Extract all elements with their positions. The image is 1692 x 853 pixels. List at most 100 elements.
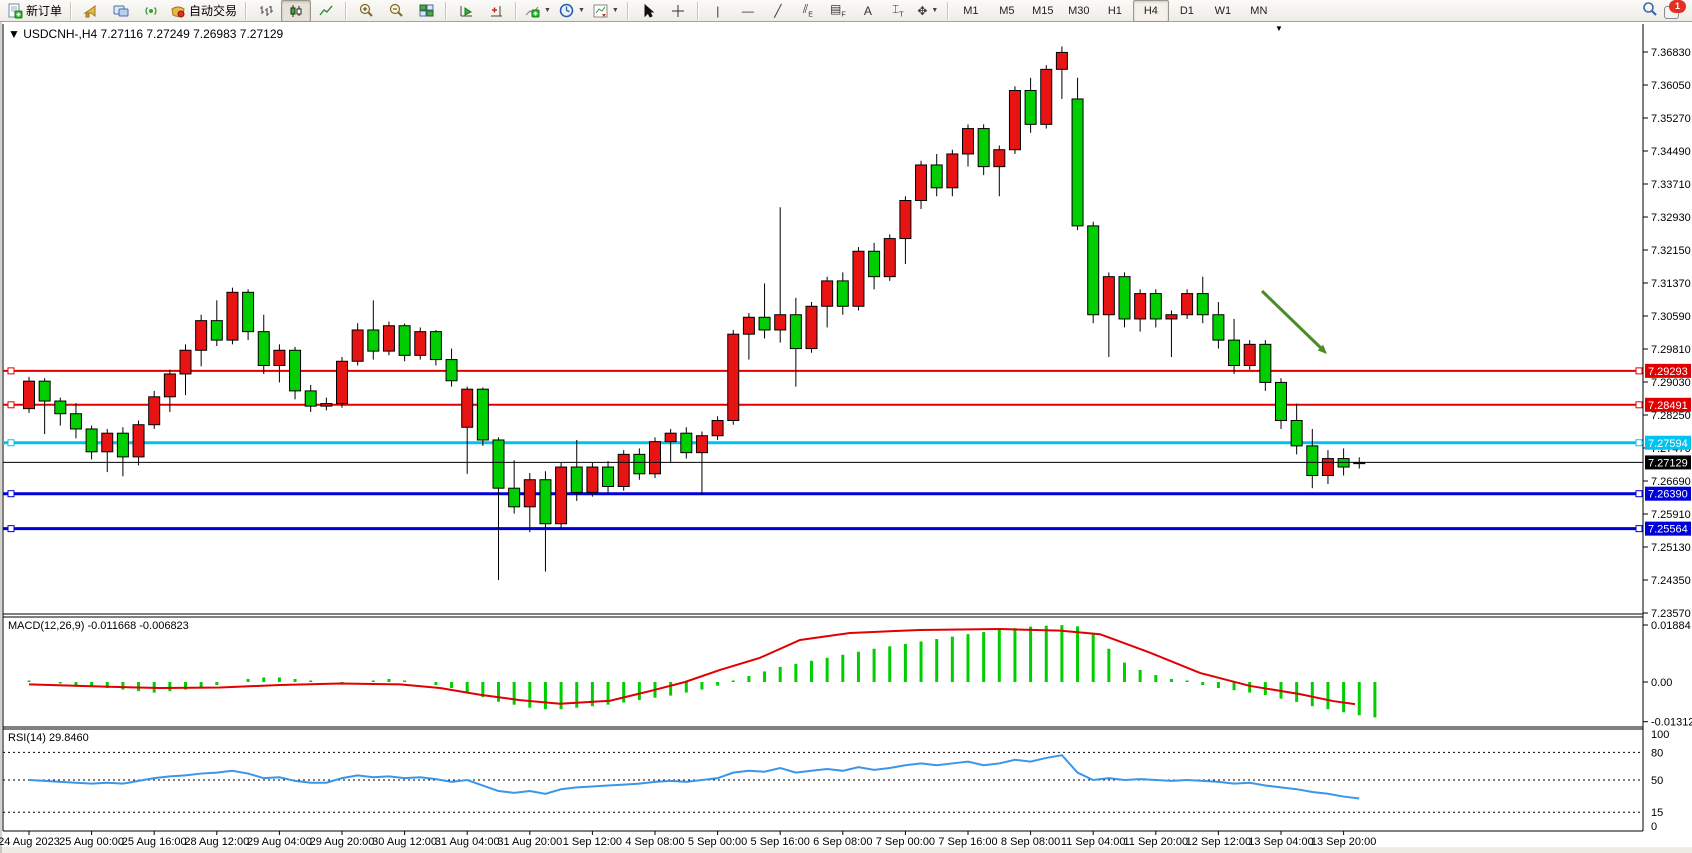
macd-axis-label: -0.01312 [1651, 717, 1692, 729]
candle-body-down [477, 389, 488, 440]
price-tick-label: 7.24350 [1651, 575, 1691, 587]
price-tick-label: 7.30590 [1651, 311, 1691, 323]
time-axis-label: 1 Sep 12:00 [563, 836, 622, 848]
candle-body-up [274, 350, 285, 365]
candle-body-down [258, 332, 269, 366]
price-tick-label: 7.29030 [1651, 377, 1691, 389]
candle-body-up [1244, 344, 1255, 365]
candle-body-up [164, 374, 175, 397]
candle-body-down [571, 467, 582, 492]
candle-body-up [415, 332, 426, 356]
time-axis-label: 6 Sep 08:00 [813, 836, 872, 848]
line-anchor[interactable] [1636, 440, 1642, 446]
candle-body-up [102, 433, 113, 452]
candle-body-up [1056, 52, 1067, 69]
candle-body-up [1166, 315, 1177, 319]
candle-body-down [86, 429, 97, 452]
price-tick-label: 7.29810 [1651, 344, 1691, 356]
line-anchor[interactable] [1636, 491, 1642, 497]
line-anchor[interactable] [1636, 368, 1642, 374]
window-menu-icon[interactable]: ▼ [1275, 24, 1283, 33]
candle-body-up [665, 433, 676, 441]
candle-body-down [603, 467, 614, 486]
candle-body-up [1041, 69, 1052, 124]
line-anchor[interactable] [1636, 526, 1642, 532]
candle-body-down [1088, 226, 1099, 315]
line-anchor[interactable] [1636, 402, 1642, 408]
candle-body-up [149, 397, 160, 425]
rsi-axis-label: 50 [1651, 775, 1663, 787]
rsi-axis-label: 100 [1651, 729, 1669, 741]
time-axis-label: 13 Sep 20:00 [1311, 836, 1376, 848]
candle-body-up [618, 454, 629, 486]
candle-body-up [587, 467, 598, 492]
time-axis-label: 24 Aug 2023 [0, 836, 60, 848]
price-label-7.28491: 7.28491 [1648, 400, 1688, 412]
macd-axis-label: 0.00 [1651, 677, 1672, 689]
rsi-axis-label: 80 [1651, 747, 1663, 759]
time-axis-label: 11 Sep 04:00 [1061, 836, 1126, 848]
candle-body-up [947, 154, 958, 188]
candle-body-down [399, 326, 410, 356]
chart-canvas[interactable]: 7.368307.360507.352707.344907.337107.329… [0, 0, 1692, 853]
time-axis-label: 7 Sep 00:00 [876, 836, 935, 848]
line-anchor[interactable] [8, 440, 14, 446]
candle-body-up [24, 381, 35, 409]
time-axis-label: 11 Sep 20:00 [1123, 836, 1188, 848]
line-anchor[interactable] [8, 368, 14, 374]
candle-body-up [712, 421, 723, 436]
time-axis-label: 30 Aug 12:00 [372, 836, 437, 848]
candle-body-up [1103, 277, 1114, 315]
line-anchor[interactable] [8, 491, 14, 497]
bid-price-label: 7.27129 [1648, 457, 1688, 469]
time-axis-label: 8 Sep 08:00 [1001, 836, 1060, 848]
candle-body-up [462, 389, 473, 427]
candle-body-down [1291, 421, 1302, 446]
line-anchor[interactable] [8, 402, 14, 408]
candle-body-down [211, 321, 222, 340]
price-label-7.26390: 7.26390 [1648, 489, 1688, 501]
price-tick-label: 7.32150 [1651, 245, 1691, 257]
price-tick-label: 7.34490 [1651, 146, 1691, 158]
candle-body-up [337, 361, 348, 403]
macd-label: MACD(12,26,9) -0.011668 -0.006823 [8, 620, 189, 632]
candle-body-down [1229, 340, 1240, 365]
candle-body-down [681, 433, 692, 452]
candle-body-down [1025, 91, 1036, 125]
time-axis-label: 13 Sep 04:00 [1248, 836, 1313, 848]
time-axis-label: 12 Sep 12:00 [1186, 836, 1251, 848]
time-axis-label: 5 Sep 16:00 [751, 836, 810, 848]
time-axis-label: 5 Sep 00:00 [688, 836, 747, 848]
candle-body-up [696, 436, 707, 453]
price-tick-label: 7.25130 [1651, 542, 1691, 554]
candle-body-up [743, 317, 754, 334]
candle-body-up [884, 239, 895, 277]
price-label-7.25564: 7.25564 [1648, 524, 1688, 536]
price-tick-label: 7.36050 [1651, 80, 1691, 92]
candle-body-up [853, 251, 864, 306]
candle-body-up [1182, 294, 1193, 315]
candle-body-down [759, 317, 770, 330]
time-axis-label: 28 Aug 12:00 [184, 836, 249, 848]
price-tick-label: 7.36830 [1651, 47, 1691, 59]
candle-body-down [55, 401, 66, 414]
candle-body-up [133, 425, 144, 457]
time-axis-label: 7 Sep 16:00 [938, 836, 997, 848]
candle-body-up [1009, 91, 1020, 150]
candle-body-down [869, 251, 880, 276]
line-anchor[interactable] [8, 526, 14, 532]
candle-body-up [728, 334, 739, 420]
price-label-7.29293: 7.29293 [1648, 366, 1688, 378]
candle-body-down [790, 315, 801, 349]
candle-body-up [994, 150, 1005, 167]
rsi-label: RSI(14) 29.8460 [8, 732, 89, 744]
price-tick-label: 7.35270 [1651, 113, 1691, 125]
price-tick-label: 7.26690 [1651, 476, 1691, 488]
candle-body-up [650, 442, 661, 474]
candle-body-down [305, 391, 316, 406]
candle-body-down [1307, 446, 1318, 476]
time-axis-label: 25 Aug 16:00 [122, 836, 187, 848]
candle-body-down [1213, 315, 1224, 340]
price-tick-label: 7.23570 [1651, 608, 1691, 620]
candle-body-up [916, 165, 927, 201]
